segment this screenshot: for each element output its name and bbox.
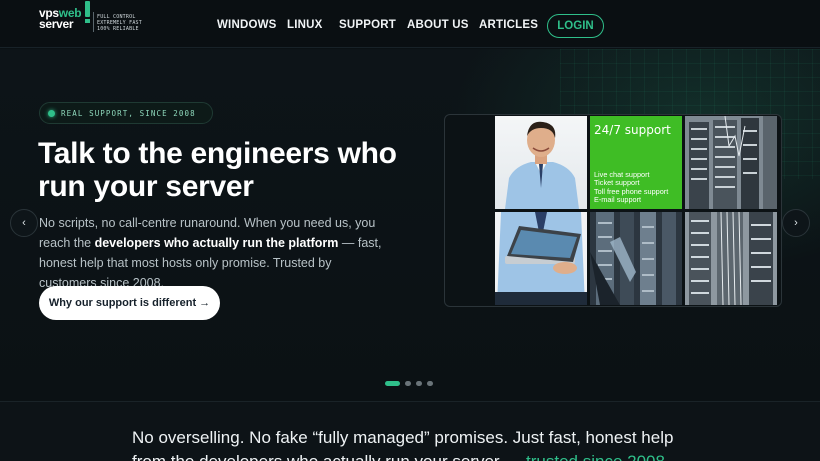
hero-description: No scripts, no call-centre runaround. Wh… (39, 213, 389, 293)
agent-illustration (505, 121, 579, 209)
promise-text: No overselling. No fake “fully managed” … (132, 426, 712, 461)
support-features-list: Live chat support Ticket support Toll fr… (594, 170, 668, 205)
status-dot-icon (48, 109, 55, 117)
support-features-tile: 24/7 support Live chat support Ticket su… (590, 116, 682, 209)
chevron-left-icon: ‹ (22, 217, 26, 229)
hero-section: REAL SUPPORT, SINCE 2008 Talk to the eng… (0, 49, 820, 401)
desc-bold-text: developers who actually run the platform (94, 236, 339, 250)
nav-item-articles[interactable]: ARTICLES (479, 19, 538, 31)
support-tile-title: 24/7 support (594, 123, 671, 137)
since-badge: REAL SUPPORT, SINCE 2008 (39, 102, 213, 124)
promise-strip: No overselling. No fake “fully managed” … (0, 401, 820, 461)
carousel-next-button[interactable]: › (782, 209, 810, 237)
logo-wordmark: vpsweb server (39, 7, 82, 31)
carousel-prev-button[interactable]: ‹ (10, 209, 38, 237)
datacenter-illustration (590, 212, 682, 305)
badge-label: REAL SUPPORT, SINCE 2008 (61, 108, 196, 118)
nav-item-about-us[interactable]: ABOUT US (407, 19, 469, 31)
tagline-line: 100% RELIABLE (97, 26, 139, 32)
support-image-card: 24/7 support Live chat support Ticket su… (444, 114, 782, 307)
logo-exclamation-icon (85, 1, 90, 23)
carousel-dot[interactable] (427, 381, 433, 386)
logo-text-server: server (39, 17, 74, 31)
nav-item-windows[interactable]: WINDOWS (217, 19, 277, 31)
logo[interactable]: vpsweb server FULL CONTROL EXTREMELY FAS… (39, 1, 149, 34)
site-header: vpsweb server FULL CONTROL EXTREMELY FAS… (0, 0, 820, 48)
login-button[interactable]: LOGIN (547, 14, 604, 38)
cabling-illustration (685, 212, 777, 305)
server-rack-illustration (685, 116, 777, 209)
nav-item-linux[interactable]: LINUX (287, 19, 323, 31)
support-agent-photo (495, 116, 587, 209)
promise-text-highlight: trusted since 2008. (526, 452, 670, 461)
logo-tagline: FULL CONTROL EXTREMELY FAST 100% RELIABL… (97, 14, 157, 32)
hero-headline: Talk to the engineers who run your serve… (38, 137, 397, 203)
chevron-right-icon: › (794, 217, 798, 229)
why-support-button[interactable]: Why our support is different → (39, 286, 220, 320)
network-cabling-photo (685, 212, 777, 305)
server-rack-photo (685, 116, 777, 209)
carousel-dot-active[interactable] (385, 381, 400, 386)
logo-divider (93, 12, 94, 32)
agent-laptop-illustration (495, 212, 587, 305)
carousel-dot[interactable] (416, 381, 422, 386)
support-feature-item: E-mail support (594, 195, 642, 205)
datacenter-photo (590, 212, 682, 305)
nav-item-support[interactable]: SUPPORT (339, 19, 396, 31)
agent-with-laptop-photo (495, 212, 587, 305)
carousel-dot[interactable] (405, 381, 411, 386)
